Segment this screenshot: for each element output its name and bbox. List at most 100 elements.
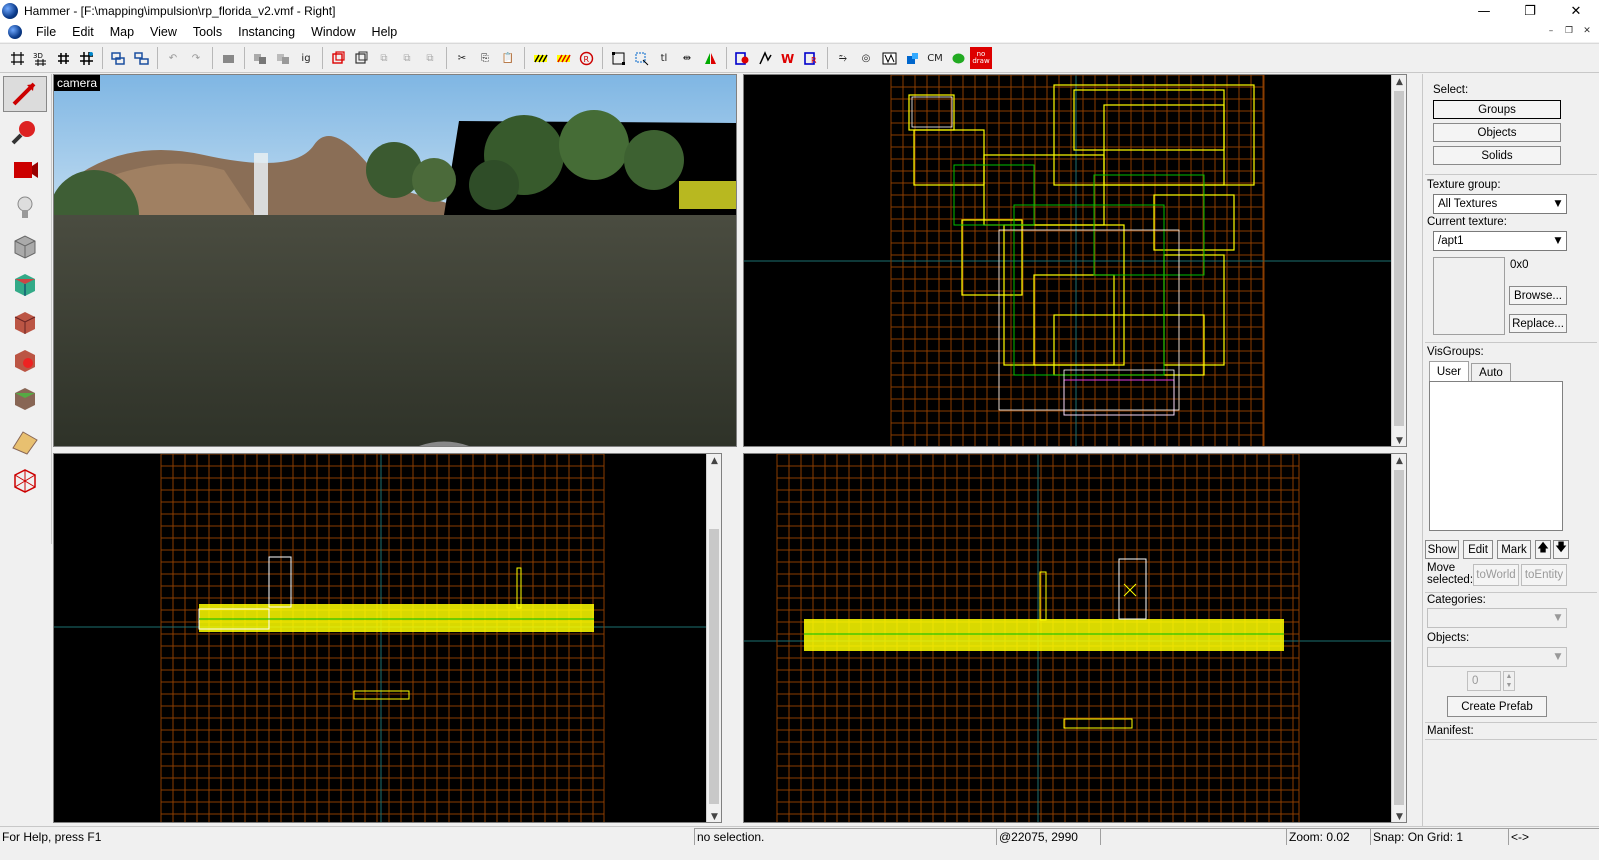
apply-current-texture-tool-button[interactable]	[3, 304, 47, 340]
texture-group-select[interactable]: All Textures ▼	[1433, 194, 1567, 214]
menu-map[interactable]: Map	[102, 25, 142, 39]
maximize-button[interactable]: ❐	[1507, 0, 1553, 22]
run-map-icon[interactable]: R	[575, 47, 597, 69]
tl-icon[interactable]: tl	[653, 47, 675, 69]
copy-icon[interactable]: ⎘	[474, 47, 496, 69]
grid-icon[interactable]	[6, 47, 28, 69]
to-world-button[interactable]: toWorld	[1473, 564, 1519, 586]
overlay-tool-button[interactable]	[3, 380, 47, 416]
mirror-icon[interactable]	[699, 47, 721, 69]
scroll-thumb[interactable]	[1394, 470, 1404, 805]
front-view-scrollbar[interactable]: ▲ ▼	[1391, 454, 1406, 822]
camera-tool-button[interactable]	[3, 152, 47, 188]
scroll-up-icon[interactable]: ▲	[707, 454, 721, 468]
clipping-tool-button[interactable]	[3, 424, 47, 460]
show-all-icon[interactable]: ⧉	[419, 47, 441, 69]
side-view-scrollbar[interactable]: ▲ ▼	[706, 454, 721, 822]
hazard2-icon[interactable]	[552, 47, 574, 69]
browse-button[interactable]: Browse...	[1509, 286, 1567, 305]
mdi-restore-button[interactable]: ❐	[1561, 24, 1577, 38]
3d-grid-icon[interactable]: 3D	[29, 47, 51, 69]
flip-icon[interactable]: ⇹	[676, 47, 698, 69]
carve-icon[interactable]	[217, 47, 239, 69]
leaf-icon[interactable]	[947, 47, 969, 69]
camera-viewport[interactable]: camera	[53, 74, 737, 447]
lightmap-icon[interactable]	[878, 47, 900, 69]
scroll-up-icon[interactable]: ▲	[1392, 75, 1406, 89]
show-button[interactable]: Show	[1425, 540, 1459, 559]
mdi-close-button[interactable]: ✕	[1579, 24, 1595, 38]
hazard-icon[interactable]	[529, 47, 551, 69]
spinner-arrows[interactable]: ▲ ▼	[1503, 671, 1515, 691]
select-objects-button[interactable]: Objects	[1433, 123, 1561, 142]
vertex-tool-button[interactable]	[3, 462, 47, 498]
document-icon[interactable]	[8, 25, 22, 39]
to-entity-button[interactable]: toEntity	[1521, 564, 1567, 586]
scroll-thumb[interactable]	[709, 529, 719, 804]
align-icon[interactable]	[272, 47, 294, 69]
visgroups-list[interactable]	[1429, 381, 1563, 531]
nodraw-icon[interactable]: no draw	[970, 47, 992, 69]
objects-select[interactable]: ▼	[1427, 647, 1567, 667]
mark-button[interactable]: Mark	[1497, 540, 1531, 559]
target-icon[interactable]: ◎	[855, 47, 877, 69]
block-tool-button[interactable]	[3, 228, 47, 264]
selection-tool-button[interactable]	[3, 76, 47, 112]
side-2d-viewport[interactable]: ▲ ▼	[53, 453, 722, 823]
hollow-icon[interactable]	[249, 47, 271, 69]
close-button[interactable]: ✕	[1553, 0, 1599, 22]
ig-icon[interactable]: ig	[295, 47, 317, 69]
minimize-button[interactable]: —	[1461, 0, 1507, 22]
cm-icon[interactable]: CM	[924, 47, 946, 69]
select-all-icon[interactable]	[607, 47, 629, 69]
menu-edit[interactable]: Edit	[64, 25, 102, 39]
show-icon[interactable]: ⧉	[396, 47, 418, 69]
texture-preview[interactable]	[1433, 257, 1505, 335]
ungroup-icon[interactable]	[130, 47, 152, 69]
redo-icon[interactable]: ↷	[185, 47, 207, 69]
replace-button[interactable]: Replace...	[1509, 314, 1567, 333]
undo-icon[interactable]: ↶	[162, 47, 184, 69]
grid-large-icon[interactable]	[75, 47, 97, 69]
mdi-minimize-button[interactable]: –	[1543, 24, 1559, 38]
group-icon[interactable]	[107, 47, 129, 69]
scroll-up-icon[interactable]: ▲	[1392, 454, 1406, 468]
displacement-icon[interactable]	[754, 47, 776, 69]
grid-small-icon[interactable]	[52, 47, 74, 69]
top-view-scrollbar[interactable]: ▲ ▼	[1391, 75, 1406, 446]
menu-window[interactable]: Window	[303, 25, 363, 39]
menu-tools[interactable]: Tools	[185, 25, 230, 39]
menu-file[interactable]: File	[28, 25, 64, 39]
model-icon[interactable]	[901, 47, 923, 69]
texture-application-tool-button[interactable]	[3, 266, 47, 302]
entity-tool-button[interactable]	[3, 190, 47, 226]
menu-view[interactable]: View	[142, 25, 185, 39]
scroll-thumb[interactable]	[1394, 91, 1404, 426]
scroll-down-icon[interactable]: ▼	[1392, 810, 1406, 822]
move-up-button[interactable]: 🡅	[1535, 540, 1551, 559]
front-2d-viewport[interactable]: ▲ ▼	[743, 453, 1407, 823]
hide-icon[interactable]: ⧉	[373, 47, 395, 69]
move-down-button[interactable]: 🡇	[1553, 540, 1569, 559]
cordon-icon[interactable]	[731, 47, 753, 69]
tab-auto[interactable]: Auto	[1471, 363, 1511, 381]
decal-tool-button[interactable]	[3, 342, 47, 378]
menu-instancing[interactable]: Instancing	[230, 25, 303, 39]
edit-button[interactable]: Edit	[1463, 540, 1493, 559]
paste-icon[interactable]: 📋	[497, 47, 519, 69]
transform-icon[interactable]	[630, 47, 652, 69]
current-texture-select[interactable]: /apt1 ▼	[1433, 231, 1567, 251]
magnify-tool-button[interactable]	[3, 114, 47, 150]
categories-select[interactable]: ▼	[1427, 608, 1567, 628]
select-solids-button[interactable]: Solids	[1433, 146, 1561, 165]
scroll-down-icon[interactable]: ▼	[1392, 434, 1406, 446]
texture-lock-icon[interactable]	[327, 47, 349, 69]
menu-help[interactable]: Help	[364, 25, 406, 39]
tab-user[interactable]: User	[1429, 361, 1469, 381]
path-icon[interactable]: ⥲	[832, 47, 854, 69]
decal-icon[interactable]: W	[777, 47, 799, 69]
create-prefab-button[interactable]: Create Prefab	[1447, 696, 1547, 717]
cut-icon[interactable]: ✂	[451, 47, 473, 69]
top-2d-viewport[interactable]: ▲ ▼	[743, 74, 1407, 447]
select-groups-button[interactable]: Groups	[1433, 100, 1561, 119]
